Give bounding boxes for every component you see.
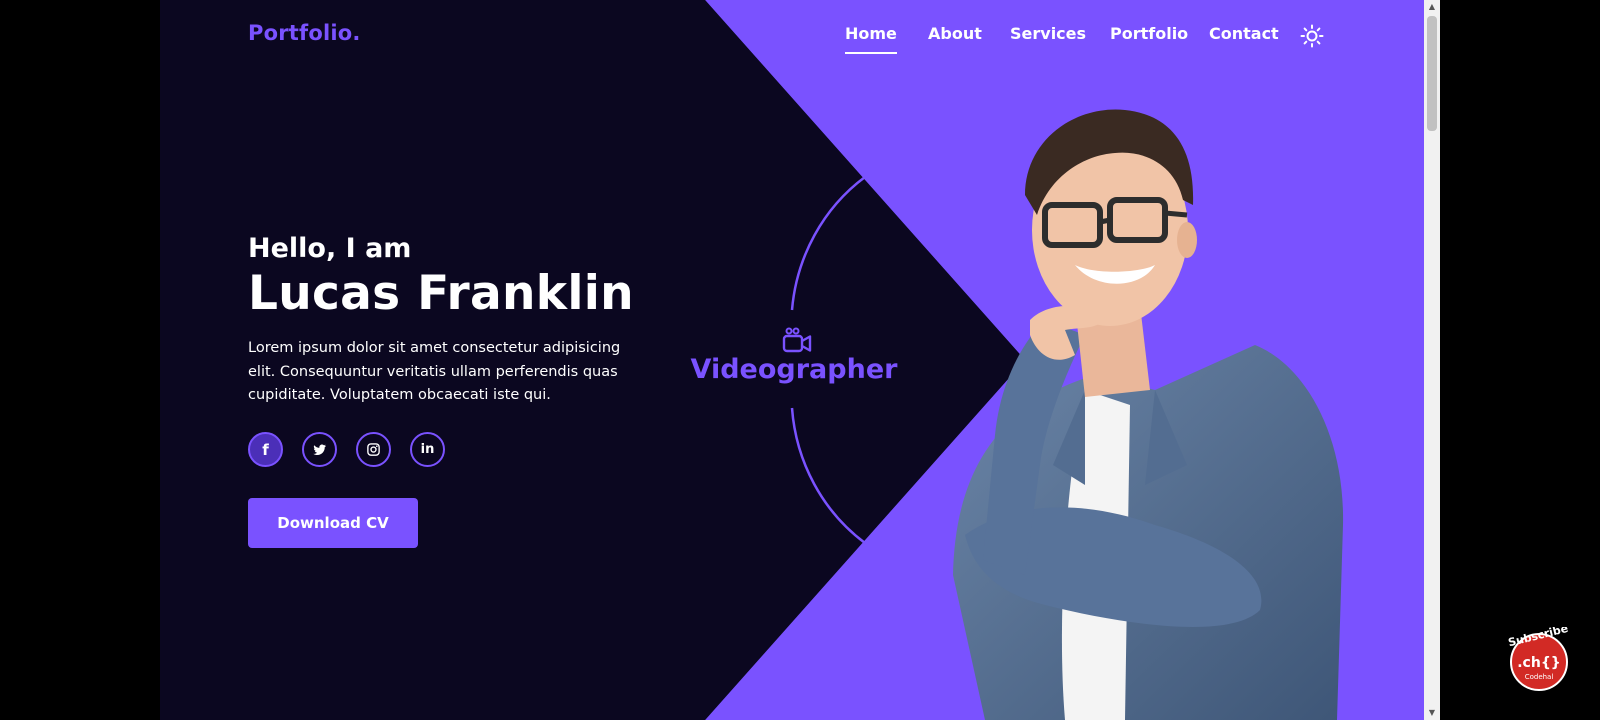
portfolio-page: Portfolio. Home About Services Portfolio… (160, 0, 1424, 720)
download-cv-button[interactable]: Download CV (248, 498, 418, 548)
linkedin-link[interactable]: in (410, 432, 445, 467)
channel-name: Codehal (1525, 673, 1554, 681)
facebook-icon: f (262, 440, 269, 459)
hero-description: Lorem ipsum dolor sit amet consectetur a… (248, 340, 621, 403)
video-camera-icon (782, 327, 812, 353)
twitter-link[interactable] (302, 432, 337, 467)
nav-services[interactable]: Services (1010, 24, 1086, 43)
scroll-up-arrow[interactable]: ▲ (1424, 0, 1440, 14)
profile-photo (953, 109, 1344, 720)
instagram-icon (367, 443, 380, 456)
logo[interactable]: Portfolio. (248, 21, 361, 45)
nav-portfolio[interactable]: Portfolio (1110, 24, 1188, 43)
nav-contact[interactable]: Contact (1209, 24, 1279, 43)
nav-home[interactable]: Home (845, 24, 897, 54)
linkedin-icon: in (420, 442, 435, 457)
hero-intro: Hello, I am Lucas Franklin Lorem ipsum d… (248, 232, 643, 408)
nav-about[interactable]: About (928, 24, 982, 43)
subscribe-badge[interactable]: Subscribe .ch{} Codehal (1506, 627, 1572, 693)
role-title: Videographer (690, 354, 898, 385)
hero-name: Lucas Franklin (248, 266, 634, 321)
scrollbar[interactable]: ▲ ▼ (1424, 0, 1440, 720)
twitter-icon (313, 444, 326, 455)
sun-icon[interactable] (1300, 24, 1324, 48)
greeting: Hello, I am (248, 233, 412, 264)
scroll-down-arrow[interactable]: ▼ (1424, 706, 1440, 720)
facebook-link[interactable]: f (248, 432, 283, 467)
scroll-thumb[interactable] (1427, 16, 1437, 131)
channel-mark: .ch{} (1517, 655, 1561, 671)
instagram-link[interactable] (356, 432, 391, 467)
